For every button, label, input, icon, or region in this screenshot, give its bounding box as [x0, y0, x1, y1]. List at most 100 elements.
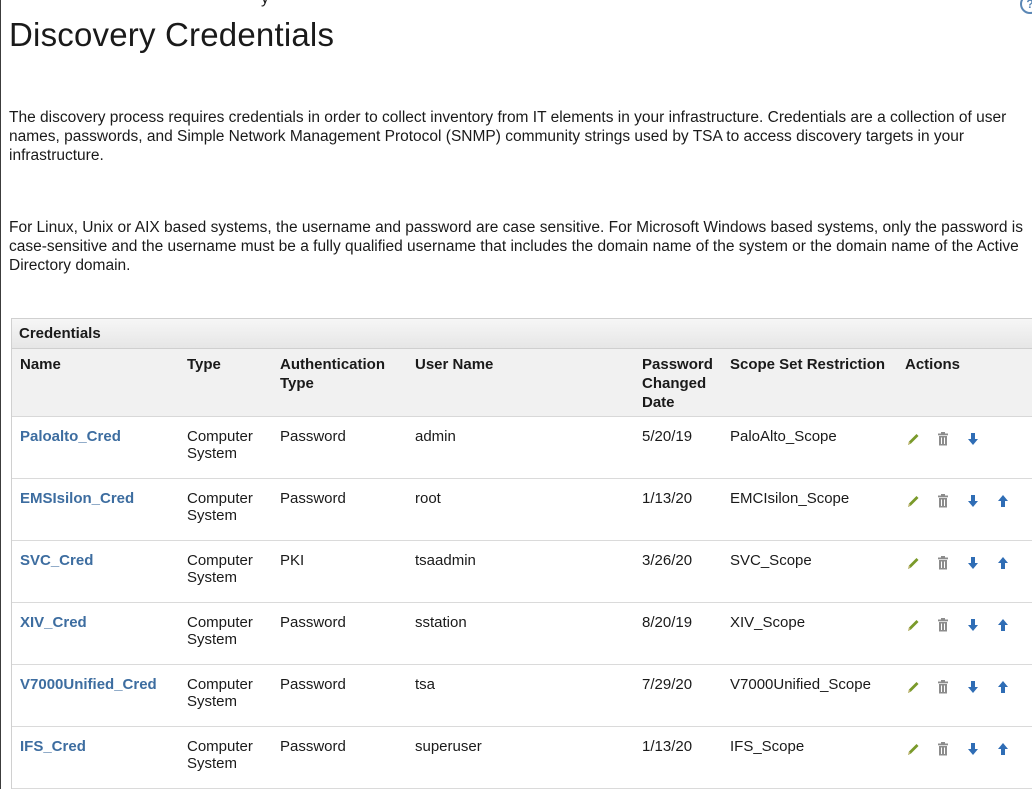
delete-icon[interactable] — [935, 492, 951, 510]
credential-password-date: 1/13/20 — [634, 726, 722, 789]
credential-password-date: 1/13/20 — [634, 478, 722, 541]
edit-icon[interactable] — [905, 678, 921, 696]
actions-group — [905, 676, 1032, 696]
credential-scope: EMCIsilon_Scope — [722, 478, 897, 541]
move-down-icon[interactable] — [965, 492, 981, 510]
credential-password-date: 3/26/20 — [634, 540, 722, 603]
credentials-panel-title: Credentials — [12, 319, 1032, 349]
actions-cell — [897, 540, 1032, 603]
credential-type: Computer System — [179, 664, 272, 727]
cut-off-header-text: y — [1, 0, 1032, 10]
name-cell: Paloalto_Cred — [12, 416, 179, 479]
table-row: SVC_Cred Computer System PKI tsaadmin 3/26/2… — [12, 540, 1032, 603]
credential-user-name: admin — [407, 416, 634, 479]
credential-type: Computer System — [179, 602, 272, 665]
name-cell: V7000Unified_Cred — [12, 664, 179, 727]
column-header-scope-set-restriction[interactable]: Scope Set Restriction — [722, 349, 897, 417]
column-header-type[interactable]: Type — [179, 349, 272, 417]
credential-name-link[interactable]: Paloalto_Cred — [20, 428, 121, 445]
case-sensitivity-paragraph: For Linux, Unix or AIX based systems, th… — [9, 219, 1023, 274]
edit-icon[interactable] — [905, 430, 921, 448]
credential-user-name: tsaadmin — [407, 540, 634, 603]
table-row: Paloalto_Cred Computer System Password admi… — [12, 416, 1032, 479]
move-down-icon[interactable] — [965, 616, 981, 634]
table-row: XIV_Cred Computer System Password sstation 8… — [12, 602, 1032, 665]
actions-cell — [897, 602, 1032, 665]
column-header-password-changed-date[interactable]: Password Changed Date — [634, 349, 722, 417]
move-down-icon[interactable] — [965, 678, 981, 696]
edit-icon[interactable] — [905, 740, 921, 758]
actions-group — [905, 490, 1032, 510]
credential-name-link[interactable]: SVC_Cred — [20, 552, 93, 569]
move-up-icon[interactable] — [995, 678, 1011, 696]
actions-group — [905, 552, 1032, 572]
name-cell: XIV_Cred — [12, 602, 179, 665]
credential-user-name: root — [407, 478, 634, 541]
help-icon[interactable]: ? — [1020, 0, 1032, 14]
table-header-row: Name Type Authentication Type User Name … — [12, 349, 1032, 417]
delete-icon[interactable] — [935, 616, 951, 634]
credential-password-date: 7/29/20 — [634, 664, 722, 727]
column-header-actions: Actions — [897, 349, 1032, 417]
credential-user-name: tsa — [407, 664, 634, 727]
credential-name-link[interactable]: XIV_Cred — [20, 614, 87, 631]
delete-icon[interactable] — [935, 554, 951, 572]
credential-password-date: 5/20/19 — [634, 416, 722, 479]
delete-icon[interactable] — [935, 678, 951, 696]
credentials-table: Name Type Authentication Type User Name … — [12, 349, 1032, 789]
move-up-icon[interactable] — [995, 616, 1011, 634]
edit-icon[interactable] — [905, 554, 921, 572]
credential-name-link[interactable]: EMSIsilon_Cred — [20, 490, 134, 507]
credential-type: Computer System — [179, 416, 272, 479]
credential-auth-type: Password — [272, 726, 407, 789]
table-row: IFS_Cred Computer System Password superuser… — [12, 726, 1032, 789]
intro-paragraph: The discovery process requires credentia… — [9, 109, 1007, 164]
column-header-name[interactable]: Name — [12, 349, 179, 417]
move-down-icon[interactable] — [965, 430, 981, 448]
cut-off-text: y — [261, 0, 269, 8]
actions-cell — [897, 726, 1032, 789]
name-cell: EMSIsilon_Cred — [12, 478, 179, 541]
page-title: Discovery Credentials — [9, 16, 335, 53]
credential-scope: PaloAlto_Scope — [722, 416, 897, 479]
move-down-icon[interactable] — [965, 554, 981, 572]
credential-scope: IFS_Scope — [722, 726, 897, 789]
credential-type: Computer System — [179, 478, 272, 541]
credential-auth-type: Password — [272, 602, 407, 665]
move-up-icon[interactable] — [995, 492, 1011, 510]
credential-user-name: superuser — [407, 726, 634, 789]
move-up-icon[interactable] — [995, 740, 1011, 758]
table-row: EMSIsilon_Cred Computer System Password roo… — [12, 478, 1032, 541]
actions-cell — [897, 478, 1032, 541]
credentials-panel: Credentials Name Type Authentication Typ… — [11, 318, 1032, 789]
credential-type: Computer System — [179, 726, 272, 789]
credential-name-link[interactable]: IFS_Cred — [20, 738, 86, 755]
edit-icon[interactable] — [905, 492, 921, 510]
delete-icon[interactable] — [935, 430, 951, 448]
actions-cell — [897, 664, 1032, 727]
credential-auth-type: Password — [272, 478, 407, 541]
actions-cell — [897, 416, 1032, 479]
credential-scope: SVC_Scope — [722, 540, 897, 603]
delete-icon[interactable] — [935, 740, 951, 758]
credential-auth-type: Password — [272, 416, 407, 479]
credential-user-name: sstation — [407, 602, 634, 665]
credential-auth-type: Password — [272, 664, 407, 727]
actions-group — [905, 614, 1032, 634]
credential-scope: XIV_Scope — [722, 602, 897, 665]
edit-icon[interactable] — [905, 616, 921, 634]
actions-group — [905, 428, 1032, 448]
credential-auth-type: PKI — [272, 540, 407, 603]
actions-group — [905, 738, 1032, 758]
move-up-icon[interactable] — [995, 554, 1011, 572]
credential-scope: V7000Unified_Scope — [722, 664, 897, 727]
credential-name-link[interactable]: V7000Unified_Cred — [20, 676, 157, 693]
name-cell: IFS_Cred — [12, 726, 179, 789]
name-cell: SVC_Cred — [12, 540, 179, 603]
column-header-authentication-type[interactable]: Authentication Type — [272, 349, 407, 417]
move-down-icon[interactable] — [965, 740, 981, 758]
table-row: V7000Unified_Cred Computer System Password… — [12, 664, 1032, 727]
credential-password-date: 8/20/19 — [634, 602, 722, 665]
discovery-credentials-page: y ? Discovery Credentials The discovery … — [0, 0, 1032, 789]
column-header-user-name[interactable]: User Name — [407, 349, 634, 417]
